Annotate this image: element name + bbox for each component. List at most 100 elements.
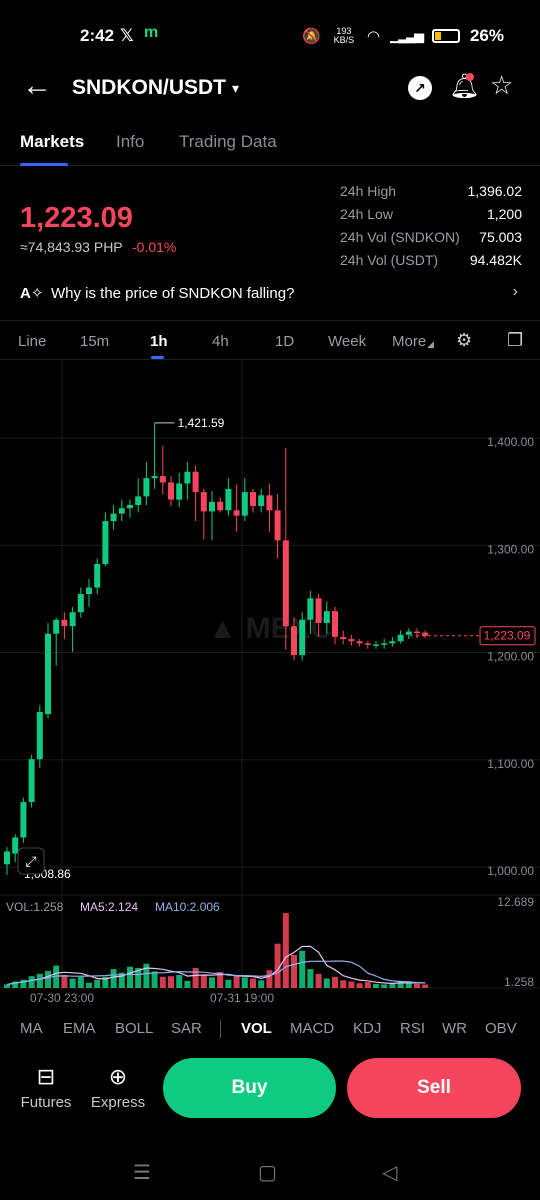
volume-bar: [168, 976, 174, 988]
interval-underline: [151, 356, 164, 359]
futures-icon: ⊟: [36, 1064, 56, 1089]
stat-value: 1,396.02: [467, 183, 523, 199]
why-falling-text: Why is the price of SNDKON falling?: [51, 285, 295, 302]
volume-bar: [348, 981, 355, 988]
signal-icon: ▁▂▃▅: [389, 28, 424, 43]
chevron-right-icon: ›: [512, 283, 518, 300]
pair-title[interactable]: SNDKON/USDT: [72, 76, 226, 100]
tab-trading-data[interactable]: Trading Data: [179, 132, 277, 152]
stat-label: 24h Low: [340, 206, 393, 222]
header: ← SNDKON/USDT ▾ ↗ 🔔︎ ☆: [0, 64, 540, 112]
more-caret-icon: ◢: [427, 339, 434, 349]
volume-bar: [28, 976, 35, 988]
candle-body: [405, 631, 412, 635]
candle-body: [266, 495, 273, 511]
candlestick-chart[interactable]: ▲ MEXC 1,400.001,300.001,200.001,100.001…: [0, 360, 540, 1010]
indicator-rsi[interactable]: RSI: [400, 1020, 425, 1037]
volume-bar: [356, 983, 363, 988]
settings-sliders-icon[interactable]: ⚙: [456, 330, 472, 351]
candle-body: [36, 711, 43, 760]
tab-info[interactable]: Info: [116, 132, 144, 152]
candle-body: [61, 619, 68, 627]
indicator-macd[interactable]: MACD: [290, 1020, 334, 1037]
sell-button[interactable]: Sell: [347, 1058, 521, 1118]
net-speed: 193 KB/S: [333, 26, 355, 45]
candle-body: [364, 643, 371, 645]
interval-15m[interactable]: 15m: [80, 333, 109, 350]
indicator-ema[interactable]: EMA: [63, 1020, 96, 1037]
vol-max-label: 12.689: [497, 895, 534, 909]
candle-body: [307, 598, 314, 620]
plus-circle-icon: ⊕: [108, 1064, 128, 1089]
candle-body: [28, 759, 35, 803]
notification-dot: [466, 73, 474, 81]
ma5-label: MA5:2.124: [80, 900, 138, 914]
bell-icon[interactable]: 🔔︎: [449, 72, 479, 101]
home-nav-icon[interactable]: ▢: [258, 1160, 277, 1185]
back-nav-icon[interactable]: ◁: [382, 1160, 397, 1185]
candle-body: [348, 639, 355, 642]
stat-label: 24h Vol (SNDKON): [340, 229, 460, 245]
volume-bar: [159, 976, 166, 988]
stat-value: 94.482K: [469, 252, 522, 268]
interval-1d[interactable]: 1D: [275, 333, 294, 350]
buy-button[interactable]: Buy: [163, 1058, 336, 1118]
candle-body: [143, 478, 150, 497]
candle-body: [282, 540, 289, 627]
favorite-star-icon[interactable]: ☆: [490, 70, 513, 101]
indicator-kdj[interactable]: KDJ: [353, 1020, 381, 1037]
indicator-wr[interactable]: WR: [442, 1020, 467, 1037]
copy-icon[interactable]: ❐: [507, 330, 523, 351]
why-falling-link[interactable]: A✧ Why is the price of SNDKON falling? ›: [20, 283, 522, 304]
volume-bar: [69, 978, 76, 988]
candle-body: [118, 508, 125, 514]
indicator-sar[interactable]: SAR: [171, 1020, 202, 1037]
volume-bars: [4, 913, 429, 988]
interval-1h[interactable]: 1h: [150, 333, 168, 350]
candle-body: [4, 851, 10, 865]
volume-bar: [151, 971, 158, 988]
candle-body: [323, 611, 330, 623]
futures-label: Futures: [20, 1094, 72, 1111]
tab-markets[interactable]: Markets: [20, 132, 84, 152]
interval-4h[interactable]: 4h: [212, 333, 229, 350]
pair-dropdown-caret-icon[interactable]: ▾: [232, 80, 239, 97]
back-arrow-icon[interactable]: ←: [22, 71, 52, 101]
stats-panel: 24h High 1,396.02 24h Low 1,200 24h Vol (S…: [340, 183, 522, 275]
vol-min-label: 1.258: [504, 975, 534, 989]
candle-body: [86, 587, 92, 595]
candle-body: [200, 492, 207, 512]
recents-nav-icon[interactable]: ☰: [133, 1160, 151, 1185]
share-icon[interactable]: ↗: [408, 76, 432, 100]
volume-bar: [4, 984, 10, 988]
candle-body: [102, 521, 109, 564]
candle-body: [12, 837, 19, 854]
express-button[interactable]: ⊕ Express: [90, 1064, 146, 1111]
volume-bar: [364, 982, 371, 988]
candle-body: [209, 501, 215, 512]
candle-body: [45, 633, 51, 715]
volume-bar: [184, 980, 191, 988]
indicator-boll[interactable]: BOLL: [115, 1020, 153, 1037]
interval-week[interactable]: Week: [328, 333, 366, 350]
volume-bar: [299, 950, 306, 988]
volume-bar: [127, 966, 133, 988]
interval-more[interactable]: More: [392, 333, 426, 350]
stat-label: 24h High: [340, 183, 397, 199]
ai-sparkle-icon: A✧: [20, 285, 44, 302]
candle-body: [77, 594, 84, 613]
futures-button[interactable]: ⊟ Futures: [20, 1064, 72, 1111]
y-tick-label: 1,300.00: [487, 542, 534, 556]
stat-row: 24h Low 1,200: [340, 206, 522, 229]
indicator-obv[interactable]: OBV: [485, 1020, 517, 1037]
indicator-ma[interactable]: MA: [20, 1020, 43, 1037]
y-tick-label: 1,400.00: [487, 435, 534, 449]
candle-body: [356, 641, 363, 644]
indicator-vol[interactable]: VOL: [241, 1020, 272, 1037]
x-tick-label: 07-31 19:00: [210, 991, 274, 1005]
volume-bar: [192, 967, 199, 988]
y-tick-label: 1,100.00: [487, 757, 534, 771]
candle-body: [389, 641, 396, 644]
interval-line[interactable]: Line: [18, 333, 46, 350]
chart-grid: ▲ MEXC: [0, 360, 540, 990]
